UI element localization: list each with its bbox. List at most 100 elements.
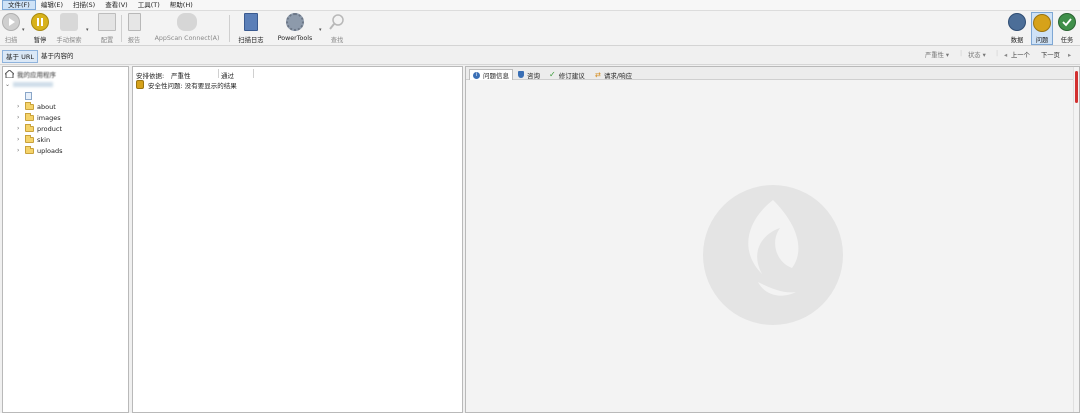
chevron-right-icon[interactable]: › xyxy=(17,125,25,132)
folder-icon xyxy=(25,112,34,121)
tab-issue-info[interactable]: i 问题信息 xyxy=(469,69,513,80)
menu-tools[interactable]: 工具(T) xyxy=(133,0,165,10)
tab-advisory[interactable]: 咨询 xyxy=(515,69,543,80)
hand-icon xyxy=(60,13,78,31)
chevron-right-icon[interactable]: › xyxy=(17,103,25,110)
tab-fix-recommendation[interactable]: ✓ 修订建议 xyxy=(546,69,588,80)
menu-scan[interactable]: 扫描(S) xyxy=(68,0,100,10)
menu-view[interactable]: 查看(V) xyxy=(100,0,133,10)
tree-folder-uploads[interactable]: › uploads xyxy=(17,145,63,156)
issue-detail-panel: i 问题信息 咨询 ✓ 修订建议 ⇄ 请求/响应 xyxy=(465,66,1080,413)
detail-scrollbar[interactable] xyxy=(1073,67,1079,412)
scan-log-label: 扫描日志 xyxy=(238,37,264,44)
tree-page-row[interactable] xyxy=(25,90,32,101)
folder-label: uploads xyxy=(37,146,63,155)
data-view-label: 数据 xyxy=(1010,37,1024,44)
powertools-label: PowerTools xyxy=(277,35,313,42)
check-circle-icon xyxy=(1058,13,1076,31)
toolbar-separator xyxy=(229,15,230,42)
folder-icon xyxy=(25,101,34,110)
tree-folder-about[interactable]: › about xyxy=(17,101,56,112)
prev-arrow-icon[interactable]: ◂ xyxy=(1004,51,1007,61)
menu-file[interactable]: 文件(F) xyxy=(2,0,36,10)
report-label: 报告 xyxy=(127,37,141,44)
tab-by-content[interactable]: 基于内容的 xyxy=(38,50,77,63)
status-filter[interactable]: 状态 ▾ xyxy=(968,51,986,61)
chevron-right-icon[interactable]: › xyxy=(17,114,25,121)
issue-summary-row[interactable]: 安全性问题: 没有要显示的结果 xyxy=(136,79,237,90)
appscan-connect-label: AppScan Connect(A) xyxy=(154,35,220,42)
manual-explore-dropdown-icon[interactable]: ▾ xyxy=(86,27,89,33)
view-filter-bar: 基于 URL 基于内容的 严重性 ▾ | 状态 ▾ | ◂ 上一个 下一页 ▸ xyxy=(0,47,1080,65)
chevron-right-icon[interactable]: › xyxy=(17,147,25,154)
severity-filter[interactable]: 严重性 ▾ xyxy=(925,51,949,61)
checkmark-icon: ✓ xyxy=(549,70,556,79)
next-issue-link[interactable]: 下一页 xyxy=(1041,51,1060,61)
folder-label: images xyxy=(37,113,61,122)
tree-folder-skin[interactable]: › skin xyxy=(17,134,50,145)
folder-label: product xyxy=(37,124,63,133)
tab-request-response[interactable]: ⇄ 请求/响应 xyxy=(592,69,635,80)
folder-label: about xyxy=(37,102,56,111)
issues-list-panel: 安排依据: 严重性 通过 安全性问题: 没有要显示的结果 xyxy=(132,66,463,413)
issues-view-label: 问题 xyxy=(1035,37,1049,44)
tree-folder-images[interactable]: › images xyxy=(17,112,61,123)
powertools-dropdown-icon[interactable]: ▾ xyxy=(319,27,322,33)
gear-icon xyxy=(286,13,304,31)
tab-label: 修订建议 xyxy=(558,71,585,80)
appscan-logo-watermark xyxy=(703,185,843,325)
tab-label: 问题信息 xyxy=(483,72,509,80)
arrows-icon: ⇄ xyxy=(595,70,601,79)
folder-label: skin xyxy=(37,135,51,144)
cloud-upload-icon xyxy=(177,13,197,31)
tree-root-label: 我的应用程序 xyxy=(17,70,56,79)
magnifier-icon xyxy=(328,13,346,31)
menu-help[interactable]: 帮助(H) xyxy=(165,0,198,10)
folder-icon xyxy=(25,123,34,132)
tab-label: 咨询 xyxy=(527,71,540,80)
scan-button[interactable]: 扫描 xyxy=(2,12,20,45)
filter-separator: | xyxy=(960,50,963,57)
pause-label: 暂停 xyxy=(33,37,47,44)
scan-log-button[interactable]: 扫描日志 xyxy=(236,12,266,45)
issue-summary-text: 安全性问题: 没有要显示的结果 xyxy=(148,81,237,90)
column-separator xyxy=(253,69,254,78)
issues-view-button[interactable]: 问题 xyxy=(1031,12,1053,45)
config-button[interactable]: 配置 xyxy=(98,12,116,45)
folder-icon xyxy=(25,134,34,143)
chevron-right-icon[interactable]: › xyxy=(17,136,25,143)
prev-issue-link[interactable]: 上一个 xyxy=(1011,51,1030,61)
database-icon xyxy=(1008,13,1026,31)
appscan-connect-button[interactable]: AppScan Connect(A) xyxy=(152,12,222,45)
play-icon xyxy=(2,13,20,31)
scan-dropdown-icon[interactable]: ▾ xyxy=(22,27,25,33)
manual-explore-button[interactable]: 手动探索 xyxy=(55,12,83,45)
tab-by-url[interactable]: 基于 URL xyxy=(2,50,38,63)
find-button[interactable]: 查找 xyxy=(328,12,346,45)
log-book-icon xyxy=(244,13,258,31)
next-arrow-icon[interactable]: ▸ xyxy=(1068,51,1071,61)
powertools-button[interactable]: PowerTools xyxy=(274,12,316,45)
app-tree-panel: 我的应用程序 ⌄ › about › images › product › sk… xyxy=(2,66,129,413)
tree-root-row[interactable]: 我的应用程序 xyxy=(3,68,56,79)
info-icon: i xyxy=(473,71,480,79)
pause-icon xyxy=(31,13,49,31)
pause-button[interactable]: 暂停 xyxy=(30,12,50,45)
report-icon xyxy=(127,13,141,31)
chevron-down-icon[interactable]: ⌄ xyxy=(5,81,13,88)
data-view-button[interactable]: 数据 xyxy=(1007,12,1027,45)
menu-edit[interactable]: 编辑(E) xyxy=(36,0,68,10)
tasks-view-button[interactable]: 任务 xyxy=(1057,12,1077,45)
config-icon xyxy=(98,13,116,31)
manual-explore-label: 手动探索 xyxy=(56,37,82,44)
host-node-icon xyxy=(13,82,53,87)
tree-host-row[interactable]: ⌄ xyxy=(5,79,53,90)
config-label: 配置 xyxy=(100,37,114,44)
scan-label: 扫描 xyxy=(4,37,18,44)
tasks-view-label: 任务 xyxy=(1060,37,1074,44)
find-label: 查找 xyxy=(330,37,344,44)
scroll-thumb[interactable] xyxy=(1075,71,1078,103)
report-button[interactable]: 报告 xyxy=(126,12,142,45)
lock-icon xyxy=(1033,14,1051,32)
tree-folder-product[interactable]: › product xyxy=(17,123,62,134)
